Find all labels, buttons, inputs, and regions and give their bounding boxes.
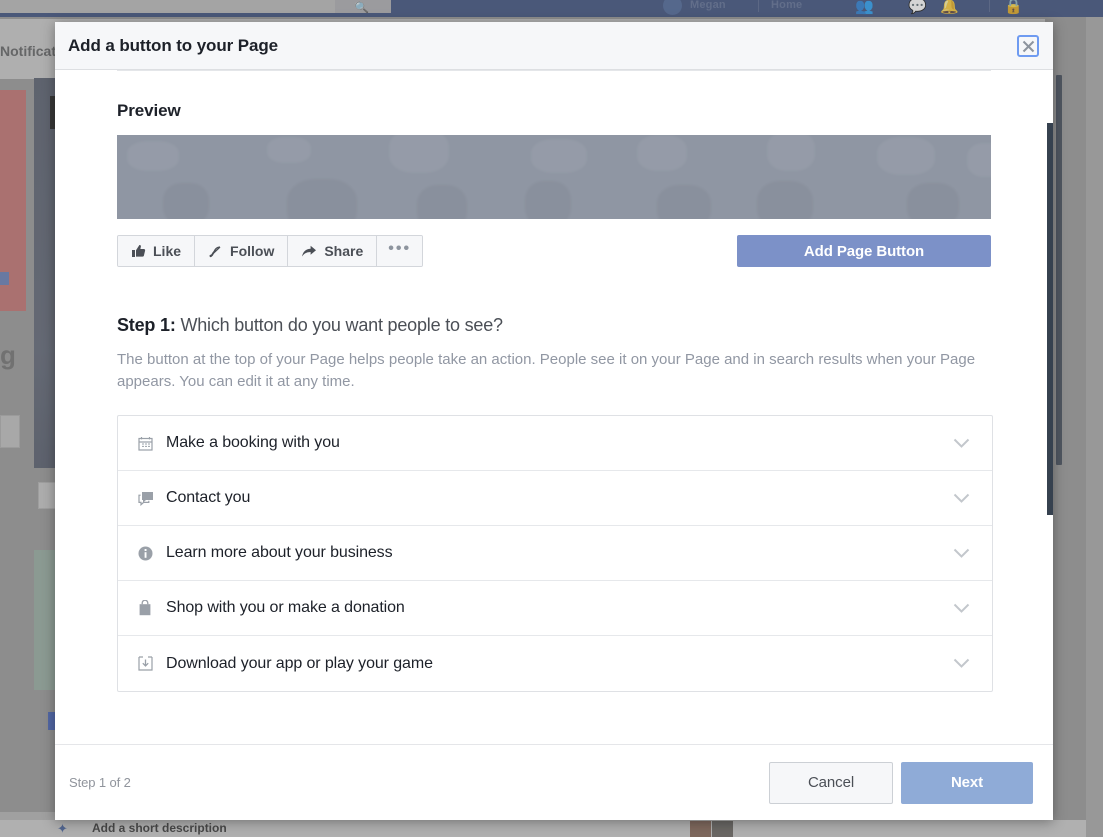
step-heading: Step 1: Which button do you want people …: [117, 315, 991, 336]
footer-buttons: Cancel Next: [769, 762, 1033, 804]
share-button[interactable]: Share: [288, 236, 377, 266]
option-label: Make a booking with you: [166, 434, 953, 452]
option-contact-you[interactable]: Contact you: [118, 471, 992, 526]
follow-button[interactable]: Follow: [195, 236, 288, 266]
download-icon: [138, 656, 162, 671]
share-arrow-icon: [301, 244, 317, 258]
close-icon[interactable]: [1017, 35, 1039, 57]
more-options-button[interactable]: •••: [377, 236, 422, 266]
cover-photo-placeholder: [117, 135, 991, 219]
dialog-scrollbar-track[interactable]: [1047, 70, 1053, 744]
info-circle-icon: [138, 546, 162, 561]
share-button-label: Share: [324, 243, 363, 259]
step-section: Step 1: Which button do you want people …: [55, 315, 1053, 742]
option-label: Contact you: [166, 489, 953, 507]
chevron-down-icon[interactable]: [953, 548, 970, 559]
chevron-down-icon[interactable]: [953, 658, 970, 669]
option-make-a-booking[interactable]: Make a booking with you: [118, 416, 992, 471]
step-label: Step 1:: [117, 315, 176, 335]
rss-follow-icon: [208, 244, 223, 258]
dialog-title: Add a button to your Page: [68, 36, 278, 56]
like-button[interactable]: Like: [118, 236, 195, 266]
preview-section: Preview: [55, 101, 1053, 267]
chevron-down-icon[interactable]: [953, 603, 970, 614]
dialog-scroll-body[interactable]: Preview: [55, 70, 1053, 744]
preview-heading: Preview: [117, 101, 991, 121]
more-options-icon: •••: [388, 241, 411, 257]
follow-button-label: Follow: [230, 243, 274, 259]
option-label: Download your app or play your game: [166, 655, 953, 673]
preview-action-row: Like Follow: [117, 235, 991, 267]
button-type-list: Make a booking with you Contact yo: [117, 415, 993, 692]
option-shop-or-donate[interactable]: Shop with you or make a donation: [118, 581, 992, 636]
add-page-button[interactable]: Add Page Button: [737, 235, 991, 267]
chevron-down-icon[interactable]: [953, 438, 970, 449]
thumbs-up-icon: [131, 244, 146, 258]
speech-bubble-icon: [138, 491, 162, 506]
page-action-buttons: Like Follow: [117, 235, 423, 267]
option-learn-more[interactable]: Learn more about your business: [118, 526, 992, 581]
step-counter: Step 1 of 2: [69, 775, 131, 790]
cancel-button[interactable]: Cancel: [769, 762, 893, 804]
option-label: Shop with you or make a donation: [166, 599, 953, 617]
like-button-label: Like: [153, 243, 181, 259]
step-description: The button at the top of your Page helps…: [117, 349, 989, 393]
dialog-scrollbar-thumb[interactable]: [1047, 123, 1053, 515]
dialog-content: Preview: [55, 70, 1053, 742]
dialog-footer: Step 1 of 2 Cancel Next: [55, 744, 1053, 820]
calendar-icon: [138, 436, 162, 451]
close-glyph: [1022, 40, 1035, 53]
shopping-bag-icon: [138, 600, 162, 616]
option-label: Learn more about your business: [166, 544, 953, 562]
chevron-down-icon[interactable]: [953, 493, 970, 504]
option-download-app[interactable]: Download your app or play your game: [118, 636, 992, 691]
add-button-dialog: Add a button to your Page Preview: [55, 22, 1053, 820]
step-question: Which button do you want people to see?: [180, 315, 502, 335]
next-button[interactable]: Next: [901, 762, 1033, 804]
content-top-divider: [117, 70, 991, 71]
dialog-header: Add a button to your Page: [55, 22, 1053, 70]
